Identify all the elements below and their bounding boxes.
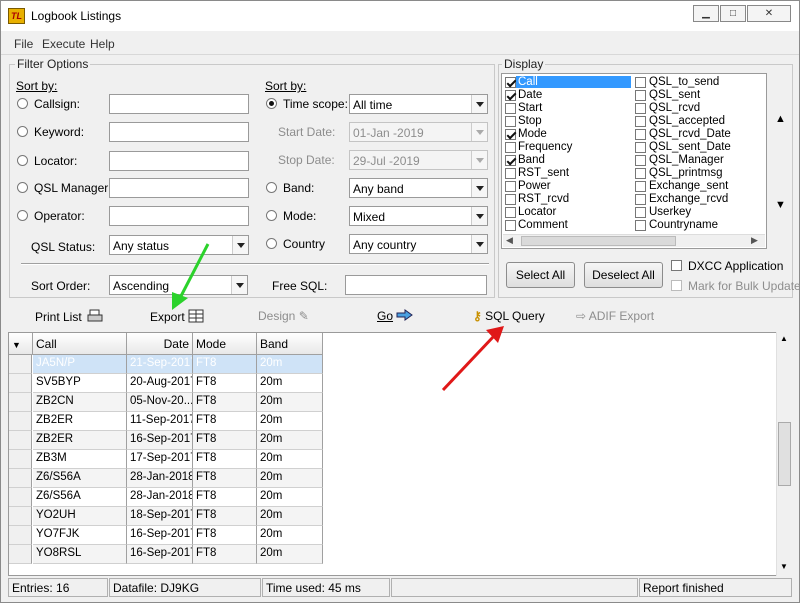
green-annotation-arrow [172, 243, 210, 310]
red-annotation-arrow [441, 326, 504, 392]
annotation-overlay [172, 243, 504, 392]
